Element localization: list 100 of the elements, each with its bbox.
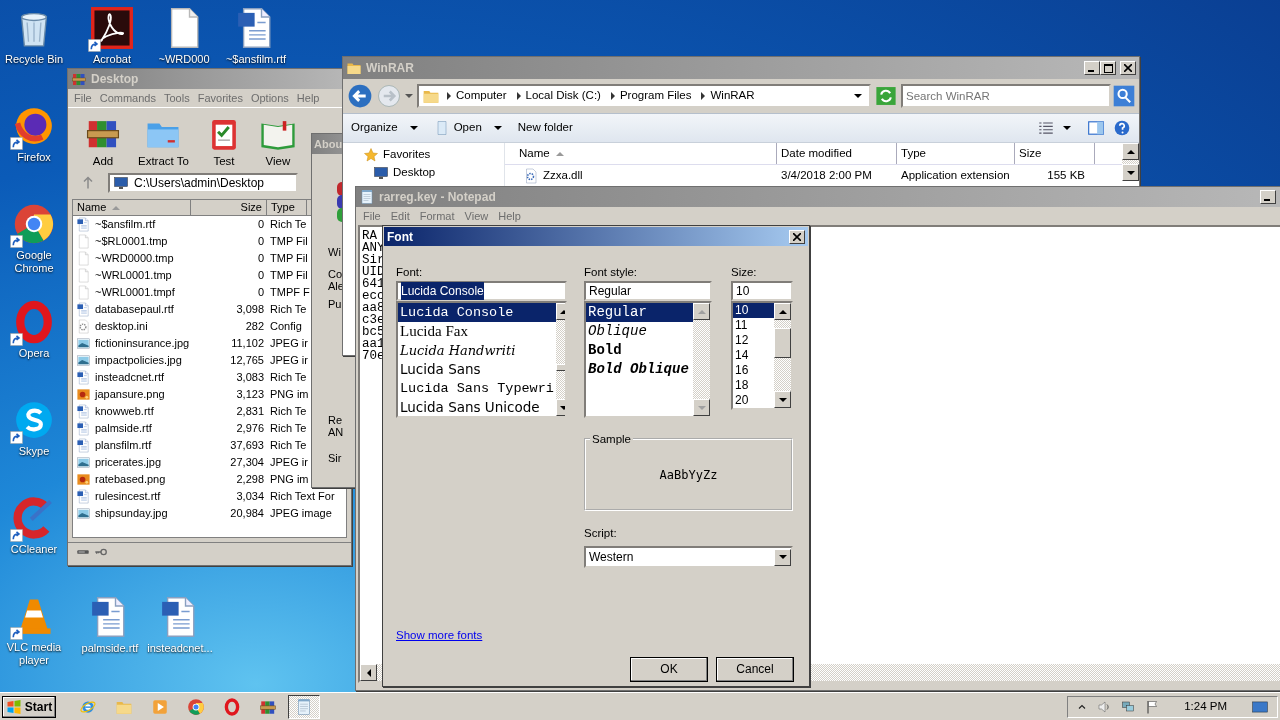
desktop-icon[interactable]: ~$ansfilm.rtf [224, 6, 288, 66]
close-button[interactable] [789, 229, 805, 244]
text-line: 641 [362, 278, 385, 290]
toolbar-button[interactable]: Organize [351, 119, 418, 137]
desktop-icon[interactable]: Google Chrome [2, 202, 66, 275]
size-option[interactable]: 10 [733, 303, 774, 318]
list-view-icon [1037, 119, 1055, 137]
toolbar-button[interactable]: Add [76, 112, 130, 171]
size-option[interactable]: 20 [733, 393, 774, 408]
table-cell-text: Config [269, 319, 303, 335]
style-option[interactable]: Bold [586, 341, 693, 360]
help-icon [1113, 119, 1131, 137]
column-header[interactable]: Size [1015, 143, 1095, 164]
help-button[interactable] [1113, 119, 1131, 137]
minimize-button[interactable] [1084, 61, 1100, 75]
desktop-icon[interactable]: Opera [2, 300, 66, 360]
font-option[interactable]: Lucida Fax [398, 322, 556, 341]
maximize-button[interactable] [1100, 61, 1116, 75]
style-option[interactable]: Bold Oblique [586, 360, 693, 379]
views-button[interactable] [1037, 119, 1055, 137]
font-option[interactable]: Lucida Handwriti [398, 341, 556, 360]
font-style-field[interactable]: Regular [584, 281, 712, 301]
font-option[interactable]: Lucida Sans Typewri [398, 379, 556, 398]
menu-item[interactable]: Options [246, 89, 293, 107]
column-header[interactable]: Name [73, 200, 191, 215]
scroll-down-button[interactable] [774, 391, 791, 408]
font-option[interactable]: Lucida Sans Unicode [398, 398, 556, 416]
size-option[interactable]: 11 [733, 318, 774, 333]
size-field[interactable]: 10 [731, 281, 793, 301]
menu-item[interactable]: Help [493, 207, 526, 225]
pdf-app-icon [90, 6, 134, 50]
toolbar-button[interactable]: New folder [517, 119, 573, 137]
search-field[interactable]: Search WinRAR [901, 84, 1111, 108]
toolbar-button[interactable]: Extract To [130, 112, 197, 171]
minimize-button[interactable] [1260, 190, 1276, 204]
breadcrumb-item[interactable]: WinRAR [698, 87, 758, 105]
path-field[interactable]: C:\Users\admin\Desktop [108, 173, 298, 193]
shortcut-arrow-icon [10, 431, 23, 444]
start-button[interactable]: Start [2, 695, 56, 718]
menu-item[interactable]: Edit [385, 207, 415, 225]
show-more-fonts-link[interactable]: Show more fonts [396, 629, 483, 642]
menu-item[interactable]: Commands [95, 89, 160, 107]
scroll-down-button[interactable] [1122, 164, 1139, 181]
file-name: pricerates.jpg [95, 455, 162, 471]
taskbar-button[interactable] [288, 694, 320, 719]
close-button[interactable] [1120, 61, 1136, 75]
scroll-up-button[interactable] [693, 303, 710, 320]
table-cell-text: Rich Te [269, 438, 308, 454]
scrollbar[interactable] [1122, 143, 1139, 181]
back-button[interactable] [347, 83, 373, 109]
toolbar-button[interactable]: View [250, 112, 305, 171]
column-header[interactable]: Type [267, 200, 307, 215]
ok-button[interactable]: OK [630, 656, 708, 682]
cancel-button[interactable]: Cancel [716, 656, 794, 682]
scroll-up-button[interactable] [1122, 143, 1139, 160]
menu-item[interactable]: Tools [160, 89, 194, 107]
column-header[interactable]: Size [191, 200, 267, 215]
search-button[interactable] [1113, 85, 1135, 107]
nav-item[interactable]: Favorites [363, 146, 504, 164]
breadcrumb-item[interactable]: Local Disk (C:) [513, 87, 604, 105]
style-option[interactable]: Regular [586, 303, 693, 322]
toolbar-button[interactable]: Test [196, 112, 251, 171]
desktop-icon[interactable]: Skype [2, 398, 66, 458]
nav-item[interactable]: Desktop [363, 164, 504, 182]
breadcrumb-item[interactable]: Computer [444, 87, 510, 105]
up-arrow-icon [560, 309, 565, 314]
refresh-button[interactable] [875, 85, 897, 107]
column-header[interactable]: Date modified [777, 143, 897, 164]
menu-item[interactable]: Favorites [193, 89, 247, 107]
menu-item[interactable]: Format [414, 207, 460, 225]
scroll-left-button[interactable] [360, 664, 377, 681]
size-option[interactable]: 12 [733, 333, 774, 348]
style-option[interactable]: Oblique [586, 322, 693, 341]
breadcrumb-item[interactable]: Program Files [607, 87, 695, 105]
scroll-up-button[interactable] [774, 303, 791, 320]
table-cell-text: TMP Fil [269, 251, 309, 267]
script-dropdown[interactable]: Western [584, 546, 793, 569]
font-option[interactable]: Lucida Console [398, 303, 556, 322]
scrollbar[interactable] [693, 303, 710, 416]
size-option[interactable]: 18 [733, 378, 774, 393]
column-header[interactable]: Name [505, 143, 777, 164]
scrollbar[interactable] [774, 303, 791, 408]
desktop-icon[interactable]: Acrobat [80, 6, 144, 66]
scroll-thumb[interactable] [774, 328, 791, 358]
font-option[interactable]: Lucida Sans [398, 360, 556, 379]
preview-pane-button[interactable] [1087, 119, 1105, 137]
size-option[interactable]: 14 [733, 348, 774, 363]
desktop-icon[interactable]: Recycle Bin [2, 6, 66, 66]
menu-item[interactable]: View [459, 207, 494, 225]
file-name: palmside.rtf [95, 421, 152, 437]
desktop-icon[interactable]: Firefox [2, 104, 66, 164]
column-header[interactable]: Type [897, 143, 1015, 164]
toolbar-button[interactable]: Open [433, 119, 502, 137]
scroll-down-button[interactable] [693, 399, 710, 416]
image-file-icon [76, 387, 91, 402]
caret-icon [493, 126, 502, 130]
font-field[interactable]: Lucida Console [396, 281, 567, 301]
address-bar[interactable]: Computer Local Disk (C:) Program Files WinRAR [417, 84, 871, 108]
desktop-icon[interactable]: ~WRD000 [152, 6, 216, 66]
size-option[interactable]: 16 [733, 363, 774, 378]
